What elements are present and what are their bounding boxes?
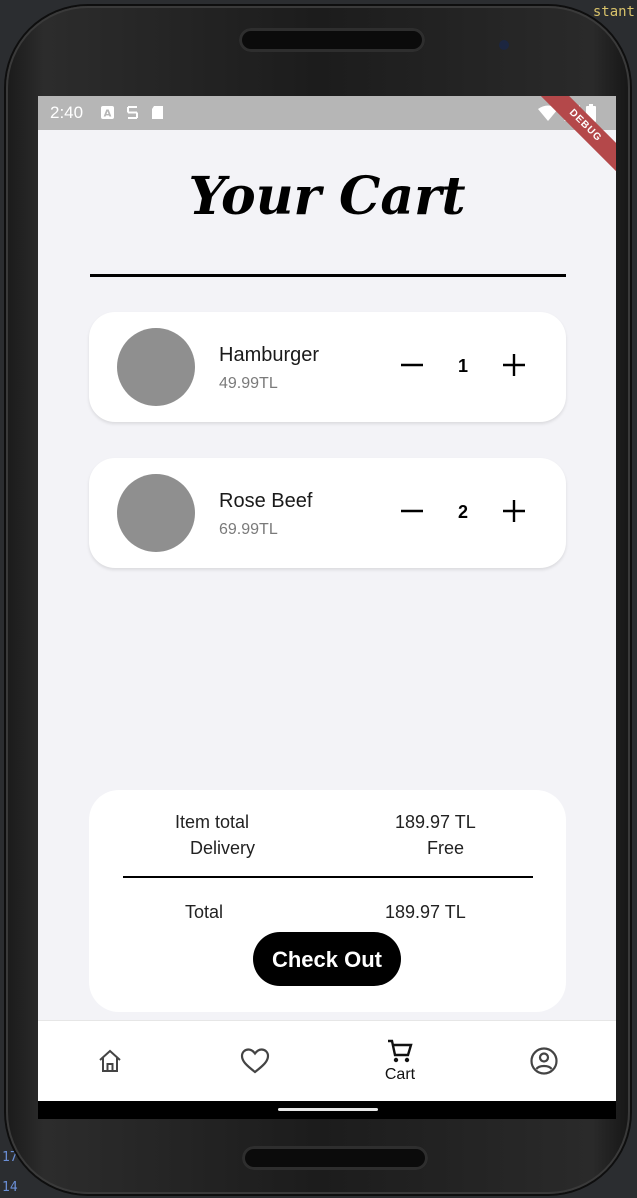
summary-divider xyxy=(123,876,533,878)
line-number: 17 xyxy=(2,1150,18,1165)
product-name: Rose Beef xyxy=(219,490,313,512)
bottom-navigation-bar: Cart xyxy=(38,1020,616,1101)
sd-card-icon xyxy=(152,106,163,119)
delivery-label: Delivery xyxy=(190,838,256,858)
increase-quantity-button[interactable] xyxy=(501,498,527,524)
order-summary-card: Item total 189.97 TL Delivery Free Total… xyxy=(89,790,566,1012)
product-price: 49.99TL xyxy=(219,375,278,392)
decrease-quantity-button[interactable] xyxy=(399,498,425,524)
heart-icon xyxy=(240,1048,270,1074)
status-time: 2:40 xyxy=(50,103,84,122)
item-total-value: 189.97 TL xyxy=(395,812,476,832)
title-divider xyxy=(90,274,566,277)
quantity-value: 2 xyxy=(457,502,468,522)
product-thumbnail xyxy=(117,474,195,552)
cart-icon xyxy=(388,1039,413,1063)
profile-icon xyxy=(530,1047,558,1075)
gesture-handle[interactable] xyxy=(278,1108,378,1111)
earpiece-speaker xyxy=(239,28,425,52)
delivery-value: Free xyxy=(427,838,465,858)
checkout-button[interactable]: Check Out xyxy=(253,932,401,986)
product-name: Hamburger xyxy=(219,344,320,366)
nav-favorites[interactable] xyxy=(215,1021,295,1101)
product-thumbnail xyxy=(117,328,195,406)
notification-a-icon: A xyxy=(101,106,114,120)
app-screen: 2:40 A DEBUG Your Cart Hamburger 49.99TL… xyxy=(38,96,616,1101)
total-label: Total xyxy=(185,902,224,922)
cart-item-card: Rose Beef 69.99TL 2 xyxy=(89,458,566,568)
page-title: Your Cart xyxy=(188,166,466,227)
product-price: 69.99TL xyxy=(219,521,278,538)
nav-profile[interactable] xyxy=(504,1021,584,1101)
nav-cart[interactable]: Cart xyxy=(360,1021,440,1101)
line-number: 14 xyxy=(2,1180,18,1195)
decrease-quantity-button[interactable] xyxy=(399,352,425,378)
total-value: 189.97 TL xyxy=(385,902,466,922)
notification-icons: A xyxy=(100,105,165,120)
svg-text:A: A xyxy=(104,109,112,120)
sim-icon xyxy=(127,106,138,119)
status-bar: 2:40 A DEBUG xyxy=(38,96,616,180)
front-camera xyxy=(499,40,509,50)
home-icon xyxy=(99,1049,121,1072)
cart-item-card: Hamburger 49.99TL 1 xyxy=(89,312,566,422)
item-total-label: Item total xyxy=(175,812,250,832)
editor-code-fragment: stant xyxy=(592,4,635,20)
nav-home[interactable] xyxy=(70,1021,150,1101)
quantity-value: 1 xyxy=(457,356,468,376)
nav-cart-label: Cart xyxy=(384,1066,416,1083)
bottom-speaker xyxy=(242,1146,428,1170)
increase-quantity-button[interactable] xyxy=(501,352,527,378)
